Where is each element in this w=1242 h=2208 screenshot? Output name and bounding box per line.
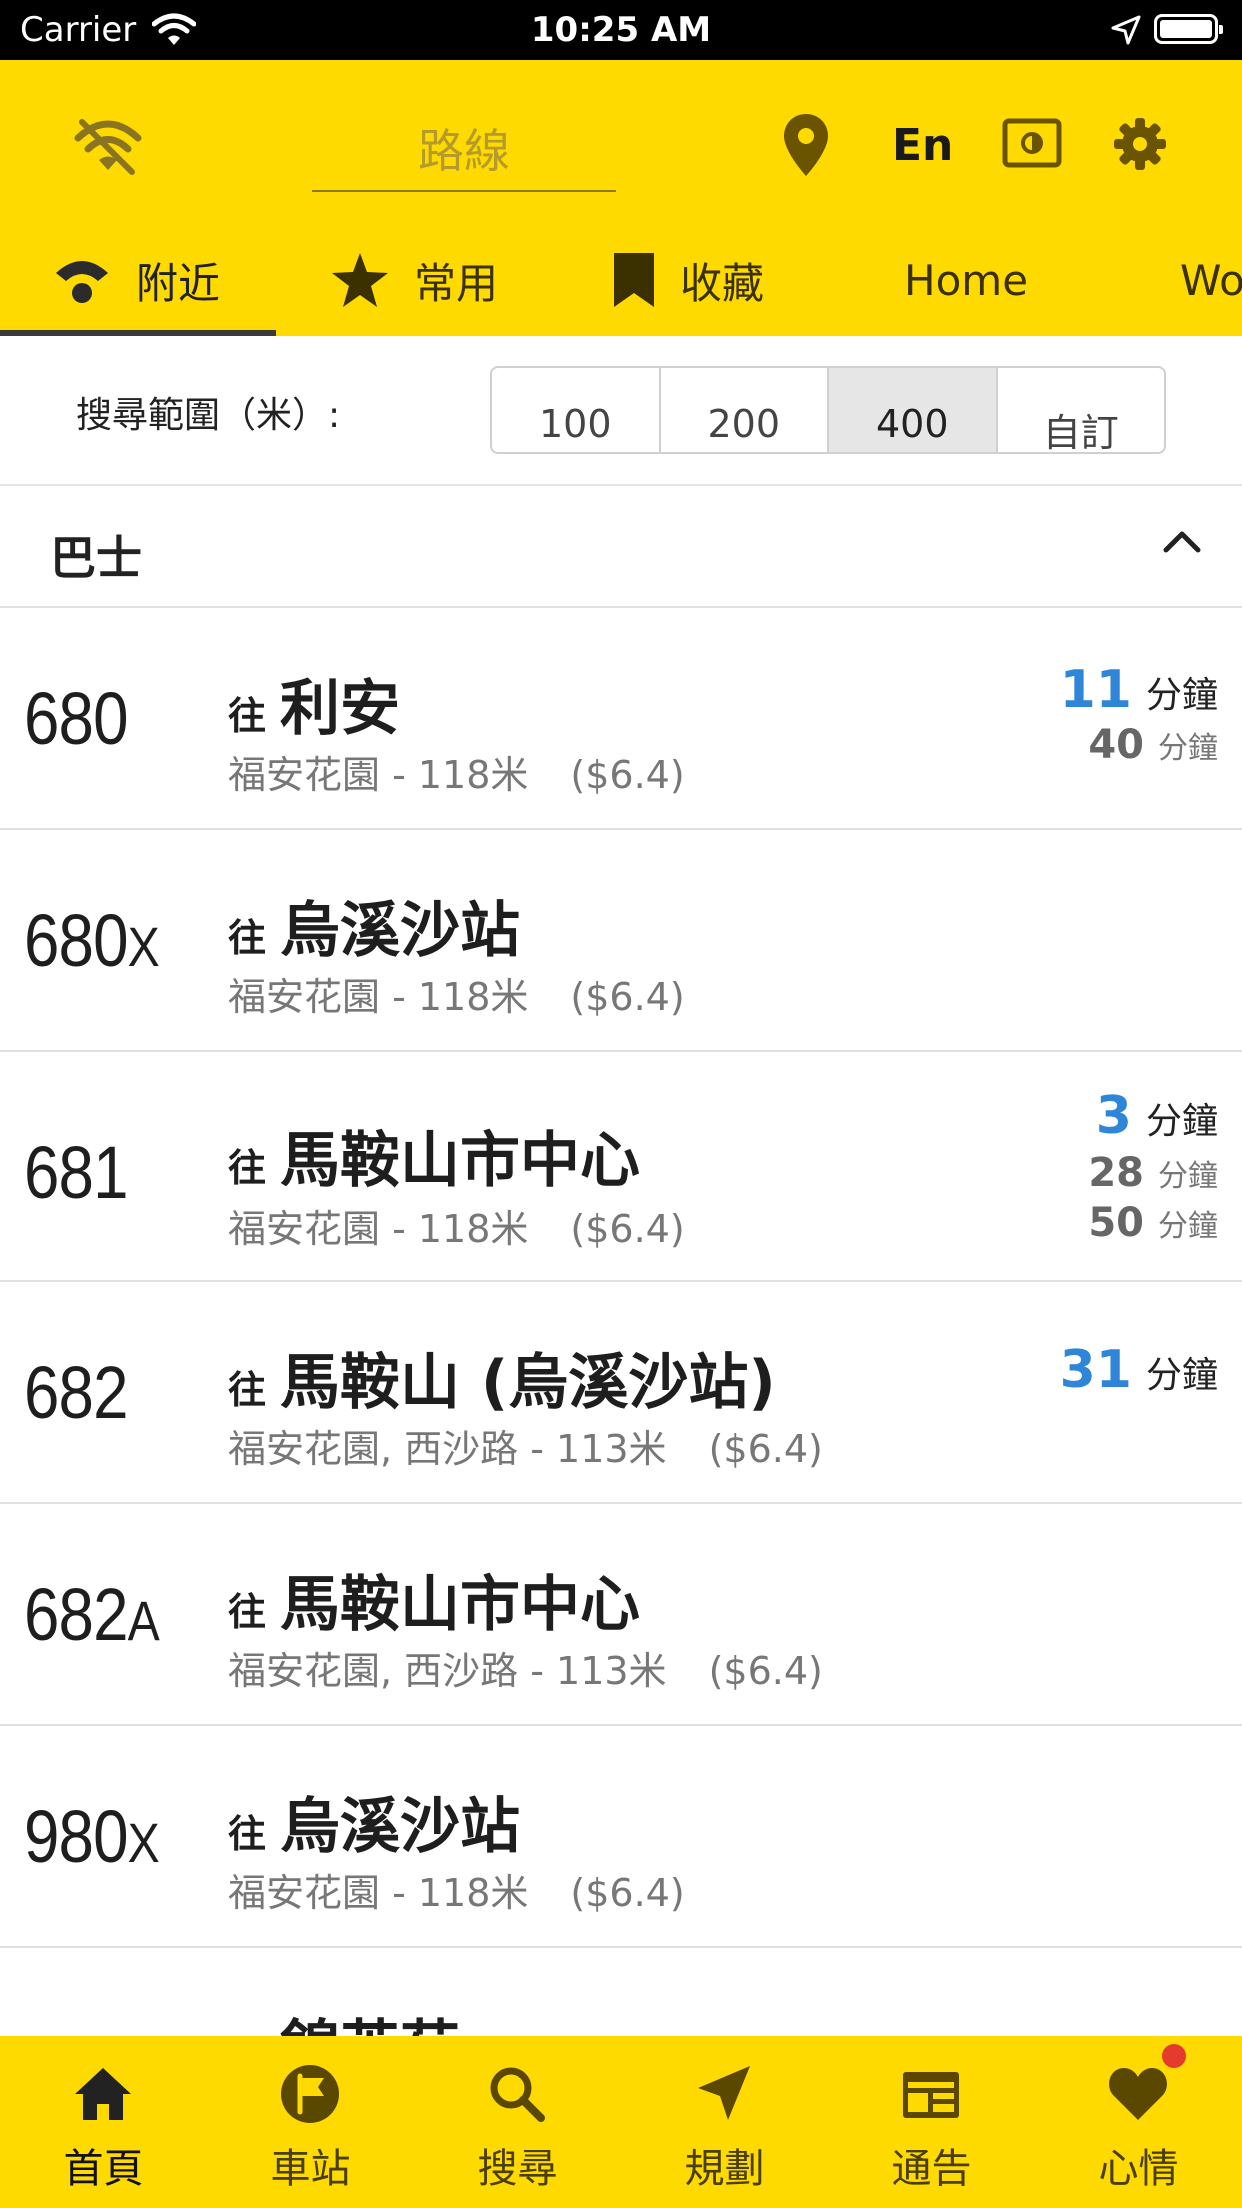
eta-item: 31 分鐘 (1059, 1340, 1218, 1400)
language-toggle-button[interactable]: En (892, 120, 953, 171)
tab-label: 收藏 (680, 258, 765, 308)
bottom-tab-bar: 首頁 車站 搜尋 規劃 通告 心情 (0, 2036, 1242, 2208)
route-row[interactable]: 682A 往馬鞍山市中心 福安花園, 西沙路 - 113米 ($6.4) (0, 1504, 1242, 1726)
bottom-tab-label: 規劃 (684, 2146, 765, 2192)
bottom-tab-mood[interactable]: 心情 (1035, 2036, 1242, 2208)
route-stop-info: 福安花園 - 118米 ($6.4) (228, 975, 685, 1019)
route-number: 682 (24, 1351, 128, 1434)
search-range-selector: 100 200 400 自訂 (490, 366, 1166, 454)
bottom-tab-label: 通告 (891, 2146, 972, 2192)
tab-label: Wo (1180, 255, 1242, 305)
route-search-input[interactable] (312, 112, 616, 192)
route-stop-info: 福安花園 - 118米 ($6.4) (228, 1871, 685, 1915)
location-services-icon (1111, 15, 1141, 45)
eta-item: 50 分鐘 (1088, 1200, 1218, 1246)
range-option-100[interactable]: 100 (492, 368, 661, 452)
notice-board-icon (903, 2072, 959, 2118)
route-destination: 往利安 (228, 674, 401, 744)
bottom-tab-search[interactable]: 搜尋 (414, 2036, 621, 2208)
route-stop-info: 福安花園, 西沙路 - 113米 ($6.4) (228, 1649, 823, 1693)
tab-nearby[interactable]: 附近 (52, 224, 220, 336)
eta-item: 11 分鐘 (1059, 660, 1218, 720)
home-icon (75, 2068, 131, 2120)
range-option-200[interactable]: 200 (661, 368, 829, 452)
tab-work[interactable]: Wo (1156, 224, 1242, 336)
navigate-arrow-icon (698, 2066, 750, 2120)
eta-item: 3 分鐘 (1095, 1086, 1218, 1146)
search-range-label: 搜尋範圍（米）: (76, 395, 341, 436)
route-destination: 往馬鞍山 (烏溪沙站) (228, 1348, 776, 1418)
eta-list: 11 分鐘 40 分鐘 (1060, 660, 1218, 768)
route-destination: 往烏溪沙站 (228, 896, 521, 966)
tab-bookmarks[interactable]: 收藏 (612, 224, 764, 336)
nearby-icon (56, 261, 108, 303)
location-pin-icon[interactable] (782, 112, 830, 178)
bottom-tab-planner[interactable]: 規劃 (621, 2036, 828, 2208)
bottom-tab-home[interactable]: 首頁 (0, 2036, 207, 2208)
gear-icon[interactable] (1112, 116, 1168, 172)
bottom-tab-notices[interactable]: 通告 (828, 2036, 1035, 2208)
route-row[interactable]: 680 往利安 福安花園 - 118米 ($6.4) 11 分鐘 40 分鐘 (0, 608, 1242, 830)
bottom-tab-label: 心情 (1098, 2146, 1179, 2192)
eta-list: 3 分鐘 28 分鐘 50 分鐘 (1088, 1086, 1218, 1246)
route-number: 680X (24, 899, 160, 982)
status-bar: Carrier 10:25 AM (0, 0, 1242, 60)
route-destination: 往烏溪沙站 (228, 1792, 521, 1862)
route-row[interactable]: 682 往馬鞍山 (烏溪沙站) 福安花園, 西沙路 - 113米 ($6.4) 3… (0, 1282, 1242, 1504)
route-number: 980X (24, 1795, 160, 1878)
eta-list: 31 分鐘 (1060, 1340, 1218, 1400)
chevron-up-icon[interactable] (1162, 526, 1202, 556)
tab-label: Home (904, 255, 1029, 305)
route-number: 681 (24, 1131, 128, 1214)
eta-item: 40 分鐘 (1088, 722, 1218, 768)
tab-label: 常用 (414, 258, 499, 308)
route-destination: 往錦英苑 (228, 2000, 460, 2036)
route-destination: 往馬鞍山市中心 (228, 1126, 641, 1196)
bottom-tab-label: 車站 (270, 2146, 351, 2192)
route-stop-info: 福安花園 - 118米 ($6.4) (228, 753, 685, 797)
tab-home[interactable]: Home (880, 224, 1028, 336)
route-row[interactable]: 680X 往烏溪沙站 福安花園 - 118米 ($6.4) (0, 830, 1242, 1052)
search-range-row: 搜尋範圍（米）: 100 200 400 自訂 (0, 336, 1242, 486)
clock: 10:25 AM (530, 10, 712, 50)
section-title: 巴士 (50, 531, 142, 585)
route-row[interactable]: 往錦英苑 (0, 1948, 1242, 2036)
app-header: En 附近 常用 (0, 60, 1242, 336)
bottom-tab-label: 搜尋 (477, 2146, 558, 2192)
route-destination: 往馬鞍山市中心 (228, 1570, 641, 1640)
wifi-off-icon[interactable] (74, 116, 142, 176)
bottom-tab-label: 首頁 (63, 2146, 144, 2192)
brightness-icon[interactable] (1002, 118, 1062, 168)
bus-section-header[interactable]: 巴士 (0, 486, 1242, 608)
route-row[interactable]: 681 往馬鞍山市中心 福安花園 - 118米 ($6.4) 3 分鐘 28 分鐘 5… (0, 1052, 1242, 1282)
bookmark-icon (614, 253, 654, 307)
battery-icon (1154, 14, 1223, 44)
eta-item: 28 分鐘 (1088, 1150, 1218, 1196)
range-option-custom[interactable]: 自訂 (998, 368, 1165, 452)
route-number: 680 (24, 677, 128, 760)
notification-badge (1162, 2044, 1186, 2068)
bottom-tab-stations[interactable]: 車站 (207, 2036, 414, 2208)
star-icon (332, 253, 388, 307)
route-number: 682A (24, 1573, 160, 1656)
range-option-400[interactable]: 400 (829, 368, 998, 452)
tab-label: 附近 (136, 258, 221, 308)
route-stop-info: 福安花園, 西沙路 - 113米 ($6.4) (228, 1427, 823, 1471)
category-tabs: 附近 常用 收藏 Home Wo (0, 224, 1242, 336)
route-row[interactable]: 980X 往烏溪沙站 福安花園 - 118米 ($6.4) (0, 1726, 1242, 1948)
route-list: 680 往利安 福安花園 - 118米 ($6.4) 11 分鐘 40 分鐘 680X… (0, 608, 1242, 2036)
tab-frequent[interactable]: 常用 (330, 224, 498, 336)
heart-icon (1109, 2068, 1167, 2120)
bus-stop-flag-icon (281, 2065, 339, 2123)
search-icon (490, 2067, 545, 2122)
route-stop-info: 福安花園 - 118米 ($6.4) (228, 1207, 685, 1251)
